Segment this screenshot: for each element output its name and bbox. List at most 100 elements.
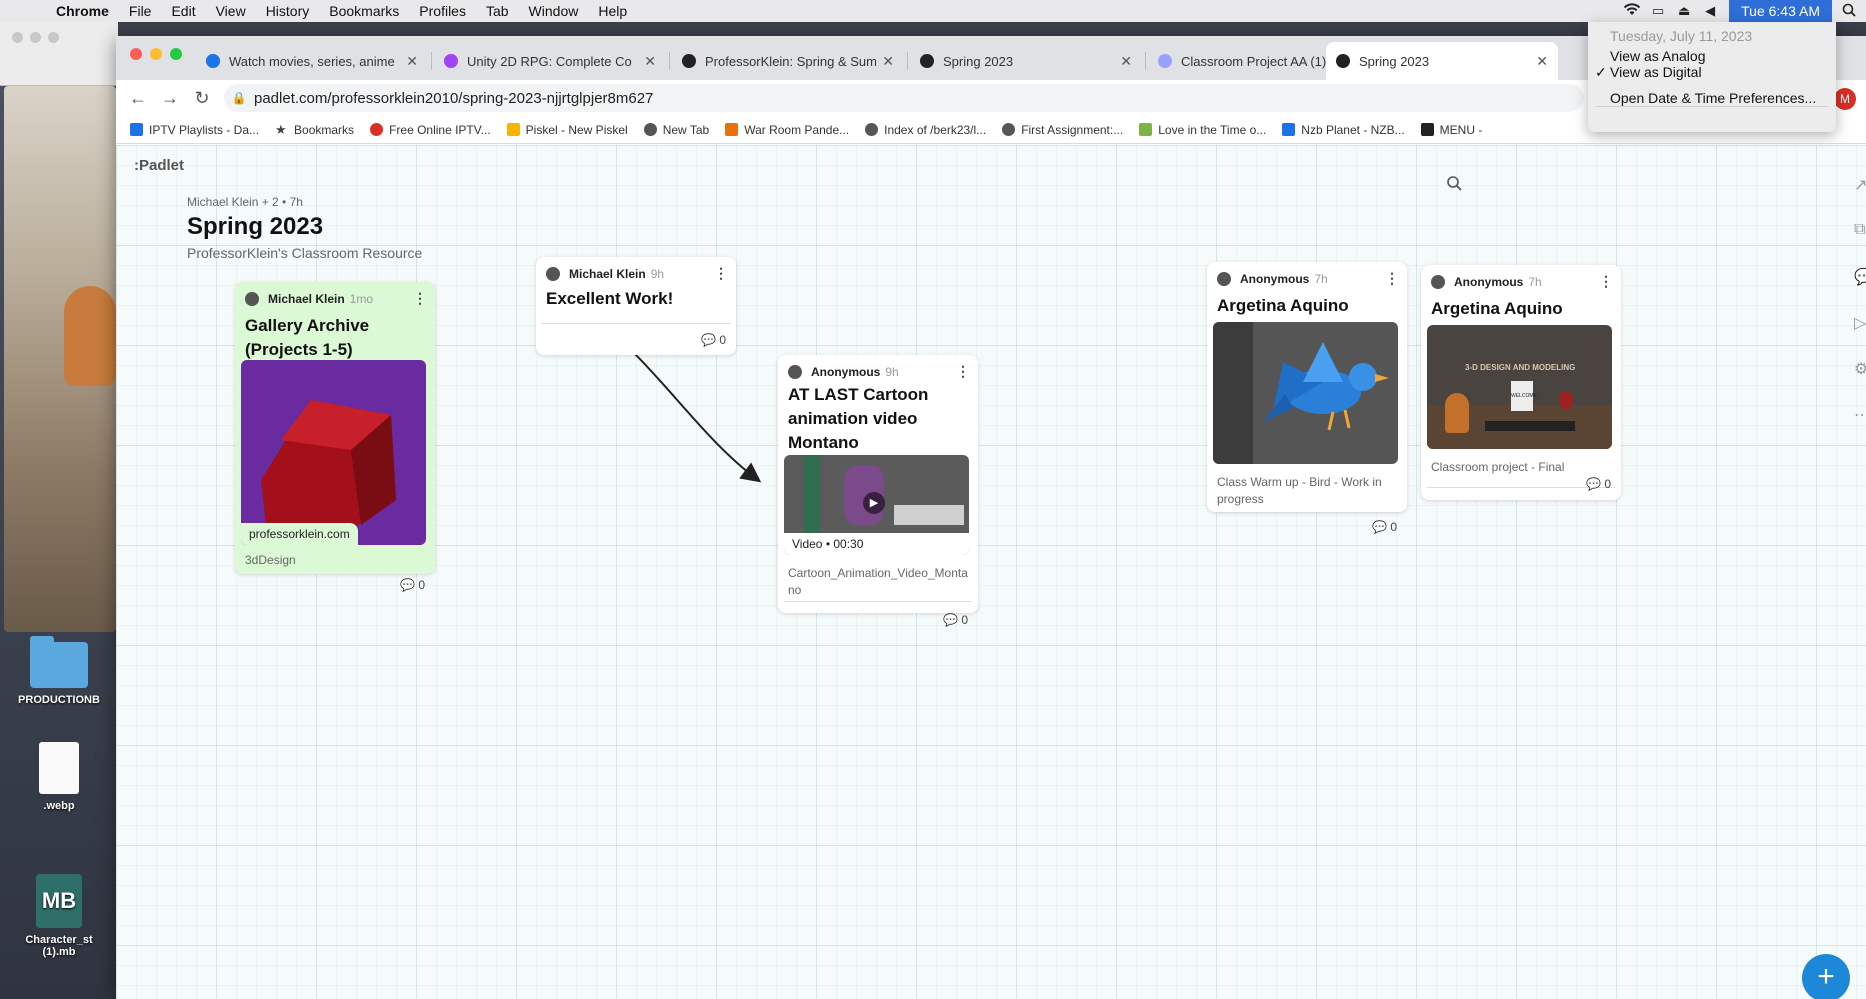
bookmark-item[interactable]: New Tab (643, 123, 709, 137)
menu-tab[interactable]: Tab (476, 3, 519, 19)
bookmark-item[interactable]: IPTV Playlists - Da... (130, 123, 259, 137)
search-icon[interactable] (1446, 175, 1462, 196)
play-icon[interactable]: ▶ (863, 492, 885, 514)
spotlight-search-icon[interactable] (1832, 3, 1866, 20)
more-options-icon[interactable]: ⋮ (714, 265, 728, 282)
bookmark-item[interactable]: First Assignment:... (1002, 123, 1123, 137)
close-tab-icon[interactable]: ✕ (1536, 53, 1548, 70)
comment-count[interactable]: 💬 0 (400, 578, 425, 592)
link-domain[interactable]: professorklein.com (241, 523, 358, 545)
menu-edit[interactable]: Edit (161, 3, 205, 19)
bookmark-item[interactable]: Piskel - New Piskel (506, 123, 628, 137)
close-window-button[interactable] (130, 48, 142, 60)
comment-count[interactable]: 💬 0 (701, 333, 726, 347)
comment-count[interactable]: 💬 0 (1372, 520, 1397, 534)
close-tab-icon[interactable]: ✕ (644, 53, 656, 70)
back-arrow-icon[interactable]: ← (122, 88, 154, 109)
more-options-icon[interactable]: ⋮ (1385, 270, 1399, 287)
video-thumbnail[interactable]: ▶ Video • 00:30 (784, 455, 969, 555)
close-tab-icon[interactable]: ✕ (882, 53, 894, 70)
bookmark-item[interactable]: Index of /berk23/l... (865, 123, 986, 137)
more-options-icon[interactable]: ⋮ (1599, 273, 1613, 290)
minimize-window-button[interactable] (150, 48, 162, 60)
post-card-gallery-archive[interactable]: Michael Klein 1mo ⋮ Gallery Archive (Proj… (235, 282, 435, 592)
link-preview-image[interactable]: professorklein.com (241, 360, 426, 545)
post-author: Michael Klein (569, 267, 646, 281)
desktop-file-label: .webp (43, 800, 75, 812)
clock-dropdown-menu: Tuesday, July 11, 2023 View as Analog ✓ … (1588, 22, 1836, 132)
maya-file-icon: MB (36, 874, 82, 928)
desktop-file-mb[interactable]: MB Character_st (1).mb (0, 874, 118, 958)
remake-icon[interactable]: ⧉ (1854, 221, 1866, 267)
post-card-cartoon-video[interactable]: Anonymous 9h ⋮ AT LAST Cartoon animation … (778, 355, 978, 627)
bookmark-favicon-icon (370, 123, 384, 136)
reload-icon[interactable]: ↻ (186, 88, 218, 109)
volume-icon[interactable]: ◀ (1697, 3, 1723, 19)
menu-bookmarks[interactable]: Bookmarks (319, 3, 409, 19)
tab-title: ProfessorKlein: Spring & Sum (705, 53, 877, 69)
slideshow-icon[interactable]: ▷ (1854, 313, 1866, 359)
menu-profiles[interactable]: Profiles (409, 3, 476, 19)
bookmark-item[interactable]: Love in the Time o... (1139, 123, 1266, 137)
profile-avatar[interactable]: M (1834, 88, 1856, 110)
post-title: Argetina Aquino (1217, 296, 1349, 315)
close-tab-icon[interactable]: ✕ (1120, 53, 1132, 70)
eject-icon[interactable]: ⏏ (1671, 3, 1697, 19)
forward-arrow-icon[interactable]: → (154, 88, 186, 109)
view-as-digital-item[interactable]: View as Digital (1610, 64, 1702, 80)
avatar (1217, 272, 1231, 286)
padlet-favicon-icon (1336, 54, 1350, 68)
udemy-favicon-icon (444, 54, 458, 68)
comments-icon[interactable]: 💬 (1854, 267, 1866, 313)
bird-image[interactable] (1213, 322, 1398, 464)
post-card-classroom-project[interactable]: Anonymous 7h ⋮ Argetina Aquino 3-D DESIGN… (1421, 265, 1621, 500)
folder-icon (30, 636, 88, 688)
menu-history[interactable]: History (256, 3, 320, 19)
classroom-image[interactable]: 3-D DESIGN AND MODELING WELCOME (1427, 325, 1612, 449)
view-as-analog-item[interactable]: View as Analog (1610, 48, 1705, 64)
comment-count[interactable]: 💬 0 (1586, 477, 1611, 491)
wifi-icon[interactable] (1619, 3, 1645, 19)
tab-spring-2023[interactable]: Spring 2023 ✕ (910, 42, 1142, 80)
more-icon[interactable]: ⋯ (1854, 405, 1866, 451)
avatar (788, 365, 802, 379)
tab-spring-2023-active[interactable]: Spring 2023 ✕ (1326, 42, 1558, 80)
star-icon: ★ (275, 122, 287, 137)
post-caption: Cartoon_Animation_Video_Montano (788, 566, 968, 597)
zoom-window-button[interactable] (170, 48, 182, 60)
bookmark-item[interactable]: MENU - (1420, 123, 1482, 137)
menu-view[interactable]: View (206, 3, 256, 19)
display-mirroring-icon[interactable]: ▭ (1645, 3, 1671, 19)
menu-divider (1596, 106, 1828, 107)
add-post-button[interactable]: + (1802, 954, 1850, 999)
settings-icon[interactable]: ⚙ (1854, 359, 1866, 405)
post-card-bird[interactable]: Anonymous 7h ⋮ Argetina Aquino Class Warm… (1207, 262, 1407, 534)
comment-count[interactable]: 💬 0 (943, 613, 968, 627)
tab-professorklein[interactable]: ProfessorKlein: Spring & Sum ✕ (672, 42, 904, 80)
post-caption: 3dDesign (245, 553, 296, 567)
post-author: Anonymous (811, 365, 881, 379)
post-card-excellent-work[interactable]: Michael Klein 9h ⋮ Excellent Work! 💬 0 (536, 257, 736, 355)
address-bar[interactable]: 🔒 padlet.com/professorklein2010/spring-2… (224, 84, 1584, 112)
bookmark-item[interactable]: Nzb Planet - NZB... (1282, 123, 1405, 137)
desktop-file-webp[interactable]: .webp (0, 742, 118, 812)
tab-unity-rpg[interactable]: Unity 2D RPG: Complete Co ✕ (434, 42, 666, 80)
image-sign-text: 3-D DESIGN AND MODELING (1465, 363, 1576, 372)
menu-help[interactable]: Help (588, 3, 637, 19)
menu-clock[interactable]: Tue 6:43 AM (1729, 0, 1832, 22)
more-options-icon[interactable]: ⋮ (956, 363, 970, 380)
menu-file[interactable]: File (119, 3, 162, 19)
tab-watch-movies[interactable]: Watch movies, series, anime ✕ (196, 42, 428, 80)
menu-app-name[interactable]: Chrome (46, 3, 119, 19)
close-tab-icon[interactable]: ✕ (406, 53, 418, 70)
menu-window[interactable]: Window (519, 3, 589, 19)
more-options-icon[interactable]: ⋮ (413, 290, 427, 307)
desktop-folder-production[interactable]: PRODUCTIONB (0, 636, 118, 706)
date-time-preferences-item[interactable]: Open Date & Time Preferences... (1610, 90, 1816, 106)
bookmark-item[interactable]: ★ Bookmarks (275, 123, 354, 137)
bookmark-item[interactable]: Free Online IPTV... (370, 123, 491, 137)
padlet-canvas[interactable]: :Padlet Michael Klein + 2 • 7h Spring 20… (116, 145, 1866, 999)
avatar (546, 267, 560, 281)
bookmark-item[interactable]: War Room Pande... (725, 123, 849, 137)
share-icon[interactable]: ↗ (1854, 175, 1866, 221)
